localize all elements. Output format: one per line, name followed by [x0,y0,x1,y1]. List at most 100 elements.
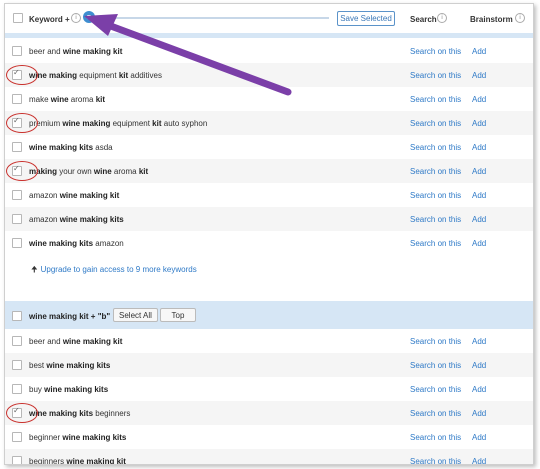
keyword-part: make [29,95,51,104]
row-checkbox[interactable] [12,336,22,346]
table-row: wine making kits amazon Search on this Add [5,231,533,255]
search-on-this-link[interactable]: Search on this [410,361,461,370]
add-link[interactable]: Add [472,385,486,394]
row-checkbox[interactable] [12,432,22,442]
table-row: beginners wine making kit Search on this A… [5,449,533,464]
keyword-highlight: wine [50,95,69,104]
header-slider-track [99,17,329,19]
annotation-circle [6,403,38,423]
row-checkbox[interactable] [12,456,22,464]
row-checkbox[interactable] [12,190,22,200]
search-on-this-link[interactable]: Search on this [410,167,461,176]
row-checkbox[interactable] [12,46,22,56]
keyword-text: beer and wine making kit [29,337,122,346]
row-checkbox[interactable] [12,142,22,152]
keyword-text: make wine aroma kit [29,95,105,104]
table-row: amazon wine making kit Search on this Add [5,183,533,207]
add-link[interactable]: Add [472,167,486,176]
table-row: wine making kits asda Search on this Add [5,135,533,159]
table-row: make wine aroma kit Search on this Add [5,87,533,111]
upgrade-link[interactable]: 🠉 Upgrade to gain access to 9 more keywor… [31,264,197,278]
keyword-part: amazon [93,239,124,248]
save-selected-button[interactable]: Save Selected [337,11,395,26]
row-checkbox[interactable] [12,94,22,104]
add-link[interactable]: Add [472,143,486,152]
keyword-part: best [29,361,47,370]
add-link[interactable]: Add [472,433,486,442]
select-all-checkbox[interactable] [13,13,23,23]
keyword-part: asda [93,143,113,152]
search-on-this-link[interactable]: Search on this [410,191,461,200]
keyword-part: amazon [29,191,60,200]
search-on-this-link[interactable]: Search on this [410,215,461,224]
annotation-circle [6,113,38,133]
keyword-highlight: wine making kits [29,239,94,248]
keyword-text: wine making equipment kit additives [29,71,162,80]
lock-icon[interactable] [83,11,95,23]
add-link[interactable]: Add [472,409,486,418]
add-link[interactable]: Add [472,239,486,248]
table-row: beer and wine making kit Search on this Ad… [5,39,533,63]
search-on-this-link[interactable]: Search on this [410,385,461,394]
add-link[interactable]: Add [472,47,486,56]
keyword-part: auto syphon [161,119,208,128]
keyword-highlight: wine making kits [29,409,94,418]
row-checkbox[interactable] [12,384,22,394]
header-divider [5,33,533,38]
keyword-text: wine making kits beginners [29,409,130,418]
upgrade-text: Upgrade to gain access to 9 more keyword… [40,265,197,274]
annotation-circle [6,65,38,85]
keyword-text: making your own wine aroma kit [29,167,148,176]
keyword-part: amazon [29,215,60,224]
keyword-highlight: wine [93,167,112,176]
search-on-this-link[interactable]: Search on this [410,457,461,464]
keyword-highlight: wine making kit [59,191,120,200]
select-all-button[interactable]: Select All [113,308,158,322]
info-icon[interactable]: i [71,13,81,23]
keyword-highlight: wine making kits [62,433,127,442]
row-checkbox[interactable] [12,360,22,370]
search-on-this-link[interactable]: Search on this [410,119,461,128]
search-on-this-link[interactable]: Search on this [410,239,461,248]
search-on-this-link[interactable]: Search on this [410,433,461,442]
keyword-highlight: wine making kits [59,215,124,224]
keyword-highlight: kit [138,167,149,176]
table-row: premium wine making equipment kit auto s… [5,111,533,135]
keyword-part: aroma [68,95,96,104]
keyword-highlight: kit [118,71,129,80]
add-link[interactable]: Add [472,337,486,346]
table-row: making your own wine aroma kit Search on … [5,159,533,183]
row-checkbox[interactable] [12,238,22,248]
search-column-header: Search [410,15,437,24]
search-on-this-link[interactable]: Search on this [410,143,461,152]
keyword-text: wine making kits asda [29,143,113,152]
add-link[interactable]: Add [472,215,486,224]
search-on-this-link[interactable]: Search on this [410,409,461,418]
search-on-this-link[interactable]: Search on this [410,337,461,346]
add-link[interactable]: Add [472,95,486,104]
top-button[interactable]: Top [160,308,196,322]
info-icon[interactable]: i [515,13,525,23]
info-icon[interactable]: i [437,13,447,23]
search-on-this-link[interactable]: Search on this [410,71,461,80]
keyword-part: beginners [93,409,131,418]
keyword-text: wine making kits amazon [29,239,124,248]
keyword-text: best wine making kits [29,361,110,370]
add-link[interactable]: Add [472,361,486,370]
add-link[interactable]: Add [472,71,486,80]
keyword-highlight: kit [152,119,162,128]
row-checkbox[interactable] [12,214,22,224]
table-row: wine making equipment kit additives Searc… [5,63,533,87]
add-link[interactable]: Add [472,191,486,200]
table-row: buy wine making kits Search on this Add [5,377,533,401]
keyword-part: beginner [29,433,63,442]
keyword-highlight: wine making kits [46,361,111,370]
search-on-this-link[interactable]: Search on this [410,47,461,56]
add-link[interactable]: Add [472,119,486,128]
annotation-circle [6,161,38,181]
search-on-this-link[interactable]: Search on this [410,95,461,104]
table-row: beginner wine making kits Search on this A… [5,425,533,449]
add-link[interactable]: Add [472,457,486,464]
keyword-highlight: wine making kit [62,337,123,346]
group-select-checkbox[interactable] [12,311,22,321]
